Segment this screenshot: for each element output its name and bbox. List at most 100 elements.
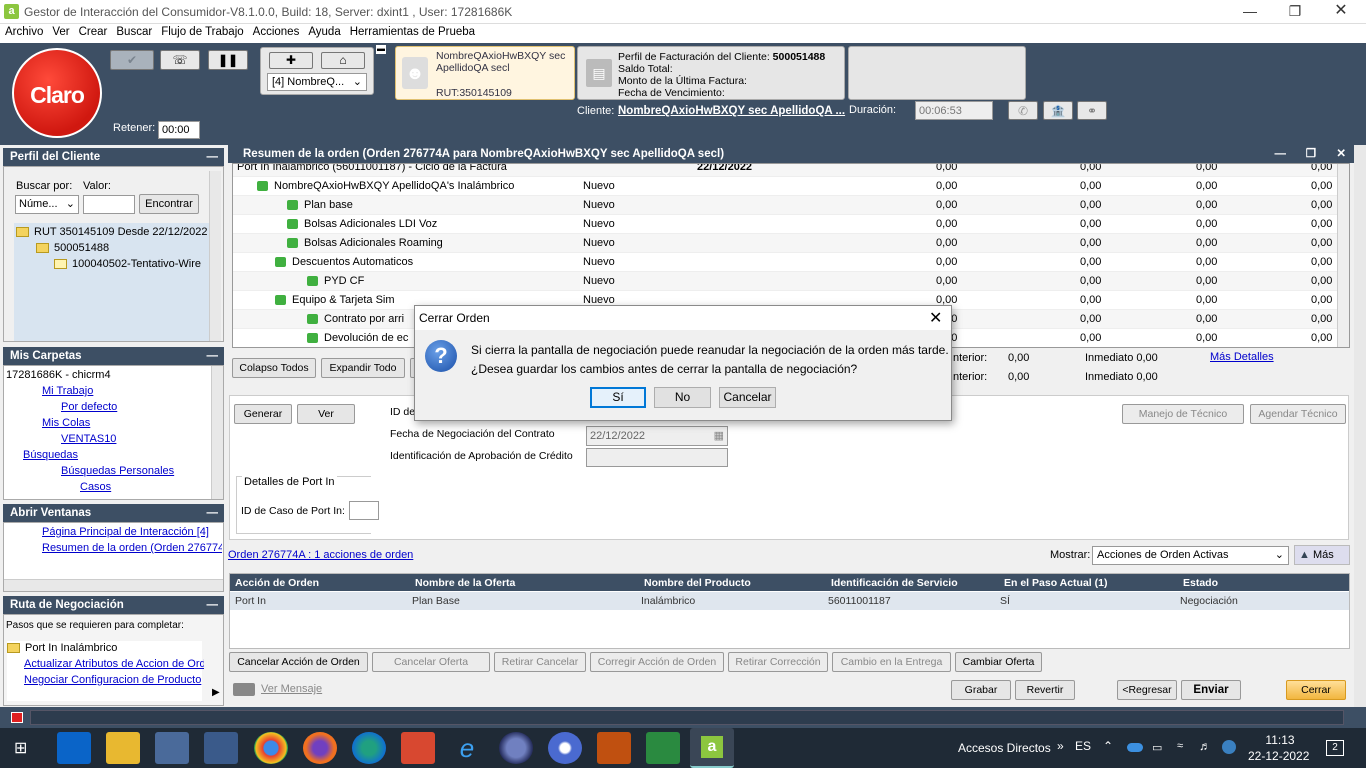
menu-crear[interactable]: Crear xyxy=(74,24,112,38)
volume-icon[interactable]: ♬ xyxy=(1199,739,1211,753)
portin-case-input[interactable] xyxy=(349,501,379,520)
billing-card[interactable]: ▤ Perfil de Facturación del Cliente: 500… xyxy=(577,46,845,100)
minimize-panel-icon[interactable]: — xyxy=(207,347,219,365)
calendar-icon[interactable]: ▦ xyxy=(714,429,724,442)
notifications-icon[interactable]: 2 xyxy=(1326,740,1344,756)
view-button[interactable]: Ver xyxy=(297,404,355,424)
tree-account[interactable]: 500051488 xyxy=(36,242,109,254)
minimize-icon[interactable]: — xyxy=(1240,2,1260,20)
more-button[interactable]: ▲ Más xyxy=(1294,545,1350,565)
withdraw-correction-button[interactable]: Retirar Corrección xyxy=(728,652,828,672)
vpn-icon[interactable] xyxy=(499,732,533,764)
view-message-link[interactable]: Ver Mensaje xyxy=(261,683,322,695)
grid-scrollbar[interactable] xyxy=(1337,164,1349,347)
chevron-icon[interactable]: » xyxy=(1057,739,1064,753)
chrome-icon[interactable] xyxy=(254,732,288,764)
minimize-panel-icon[interactable]: — xyxy=(207,504,219,522)
windows-hscrollbar[interactable] xyxy=(4,579,223,591)
yes-button[interactable]: Sí xyxy=(590,387,646,408)
onedrive-icon[interactable] xyxy=(1127,743,1143,752)
interaction-select[interactable]: [4] NombreQ... ⌄ xyxy=(267,73,367,91)
folder-mi-trabajo[interactable]: Mi Trabajo xyxy=(42,385,93,397)
media-icon[interactable] xyxy=(646,732,680,764)
cancel-offer-button[interactable]: Cancelar Oferta xyxy=(372,652,490,672)
network-tool-icon[interactable] xyxy=(155,732,189,764)
battery-icon[interactable]: ▭ xyxy=(1152,741,1162,754)
tech-management-button[interactable]: Manejo de Técnico xyxy=(1122,404,1244,424)
save-button[interactable]: Grabar xyxy=(951,680,1011,700)
bank-icon[interactable]: 🏦 xyxy=(1043,101,1073,120)
check-button[interactable]: ✔ xyxy=(110,50,154,70)
ie-icon[interactable]: e xyxy=(450,732,484,764)
folder-root[interactable]: 17281686K - chicrm4 xyxy=(6,369,111,381)
minimize-panel-icon[interactable]: — xyxy=(207,596,219,614)
cancel-order-action-button[interactable]: Cancelar Acción de Orden xyxy=(229,652,368,672)
folder-casos[interactable]: Casos xyxy=(80,481,111,493)
more-details-link[interactable]: Más Detalles xyxy=(1210,351,1274,363)
minimize-window-icon[interactable]: — xyxy=(1275,145,1287,163)
show-select[interactable]: Acciones de Orden Activas ⌄ xyxy=(1092,546,1289,565)
menu-ayuda[interactable]: Ayuda xyxy=(303,24,344,38)
windows-start-icon[interactable]: ⊞ xyxy=(14,740,32,758)
folder-mis-colas[interactable]: Mis Colas xyxy=(42,417,90,429)
value-input[interactable] xyxy=(83,195,135,214)
restore-icon[interactable]: ❐ xyxy=(1285,2,1305,20)
game-icon[interactable] xyxy=(597,732,631,764)
active-app-icon[interactable]: a xyxy=(690,728,734,768)
route-step-attributes[interactable]: Actualizar Atributos de Accion de Orde xyxy=(24,658,204,670)
home-button[interactable]: ⌂ xyxy=(321,52,365,69)
revert-button[interactable]: Revertir xyxy=(1015,680,1075,700)
maximize-window-icon[interactable]: ❐ xyxy=(1306,145,1316,163)
folder-busquedas-personales[interactable]: Búsquedas Personales xyxy=(61,465,174,477)
folder-busquedas[interactable]: Búsquedas xyxy=(23,449,78,461)
menu-ver[interactable]: Ver xyxy=(47,24,73,38)
tray-up-icon[interactable]: ⌃ xyxy=(1103,739,1113,753)
tree-rut[interactable]: RUT 350145109 Desde 22/12/2022 xyxy=(16,226,208,238)
client-link[interactable]: NombreQAxioHwBXQY sec ApellidoQA ... xyxy=(618,105,845,117)
pause-button[interactable]: ❚❚ xyxy=(208,50,248,70)
wifi-icon[interactable]: ≈ xyxy=(1177,740,1183,752)
tree-service[interactable]: 100040502-Tentativo-Wire xyxy=(54,258,206,270)
table-row[interactable]: Port In Plan Base Inalámbrico 5601100118… xyxy=(230,592,1349,610)
file-explorer-icon[interactable] xyxy=(106,732,140,764)
table-row[interactable]: Bolsas Adicionales Roaming Nuevo 0,00 0,00 0… xyxy=(233,234,1343,253)
close-icon[interactable]: ✕ xyxy=(1331,2,1351,20)
collapse-toolbar-icon[interactable]: ▬ xyxy=(376,45,386,54)
language-indicator[interactable]: ES xyxy=(1075,739,1091,753)
schedule-tech-button[interactable]: Agendar Técnico xyxy=(1250,404,1346,424)
table-row[interactable]: PYD CF Nuevo 0,00 0,00 0,00 0,00 xyxy=(233,272,1343,291)
search-by-select[interactable]: Núme... ⌄ xyxy=(15,195,79,214)
delivery-change-button[interactable]: Cambio en la Entrega xyxy=(832,652,951,672)
generate-button[interactable]: Generar xyxy=(234,404,292,424)
menu-archivo[interactable]: Archivo xyxy=(0,24,47,38)
folder-ventas[interactable]: VENTAS10 xyxy=(61,433,116,445)
globe-icon[interactable] xyxy=(1222,740,1236,754)
profile-scrollbar[interactable] xyxy=(209,171,221,341)
window-item-principal[interactable]: Página Principal de Interacción [4] xyxy=(42,526,209,538)
dialog-close-icon[interactable]: ✕ xyxy=(929,308,942,328)
firefox-icon[interactable] xyxy=(303,732,337,764)
expand-all-button[interactable]: Expandir Todo xyxy=(321,358,405,378)
table-row[interactable]: Bolsas Adicionales LDI Voz Nuevo 0,00 0,00 0… xyxy=(233,215,1343,234)
route-step-config[interactable]: Negociar Configuracion de Producto xyxy=(24,674,204,686)
outlook-icon[interactable] xyxy=(57,732,91,764)
remote-desktop-icon[interactable] xyxy=(204,732,238,764)
retener-field[interactable]: 00:00 xyxy=(158,121,200,139)
handset-icon[interactable]: ✆ xyxy=(1008,101,1038,120)
folders-scrollbar[interactable] xyxy=(211,366,223,499)
find-button[interactable]: Encontrar xyxy=(139,194,199,214)
main-scrollbar[interactable] xyxy=(1354,145,1366,707)
send-button[interactable]: Enviar xyxy=(1181,680,1241,700)
paint-icon[interactable] xyxy=(401,732,435,764)
close-order-button[interactable]: Cerrar xyxy=(1286,680,1346,700)
change-offer-button[interactable]: Cambiar Oferta xyxy=(955,652,1042,672)
menu-acciones[interactable]: Acciones xyxy=(248,24,304,38)
back-button[interactable]: <Regresar xyxy=(1117,680,1177,700)
withdraw-cancel-button[interactable]: Retirar Cancelar xyxy=(494,652,586,672)
edge-icon[interactable] xyxy=(352,732,386,764)
menu-herramientas[interactable]: Herramientas de Prueba xyxy=(345,24,479,38)
clock-time[interactable]: 11:13 xyxy=(1263,733,1297,747)
table-row[interactable]: Descuentos Automaticos Nuevo 0,00 0,00 0,00 0… xyxy=(233,253,1343,272)
clock-date[interactable]: 22-12-2022 xyxy=(1248,749,1309,763)
folder-por-defecto[interactable]: Por defecto xyxy=(61,401,117,413)
